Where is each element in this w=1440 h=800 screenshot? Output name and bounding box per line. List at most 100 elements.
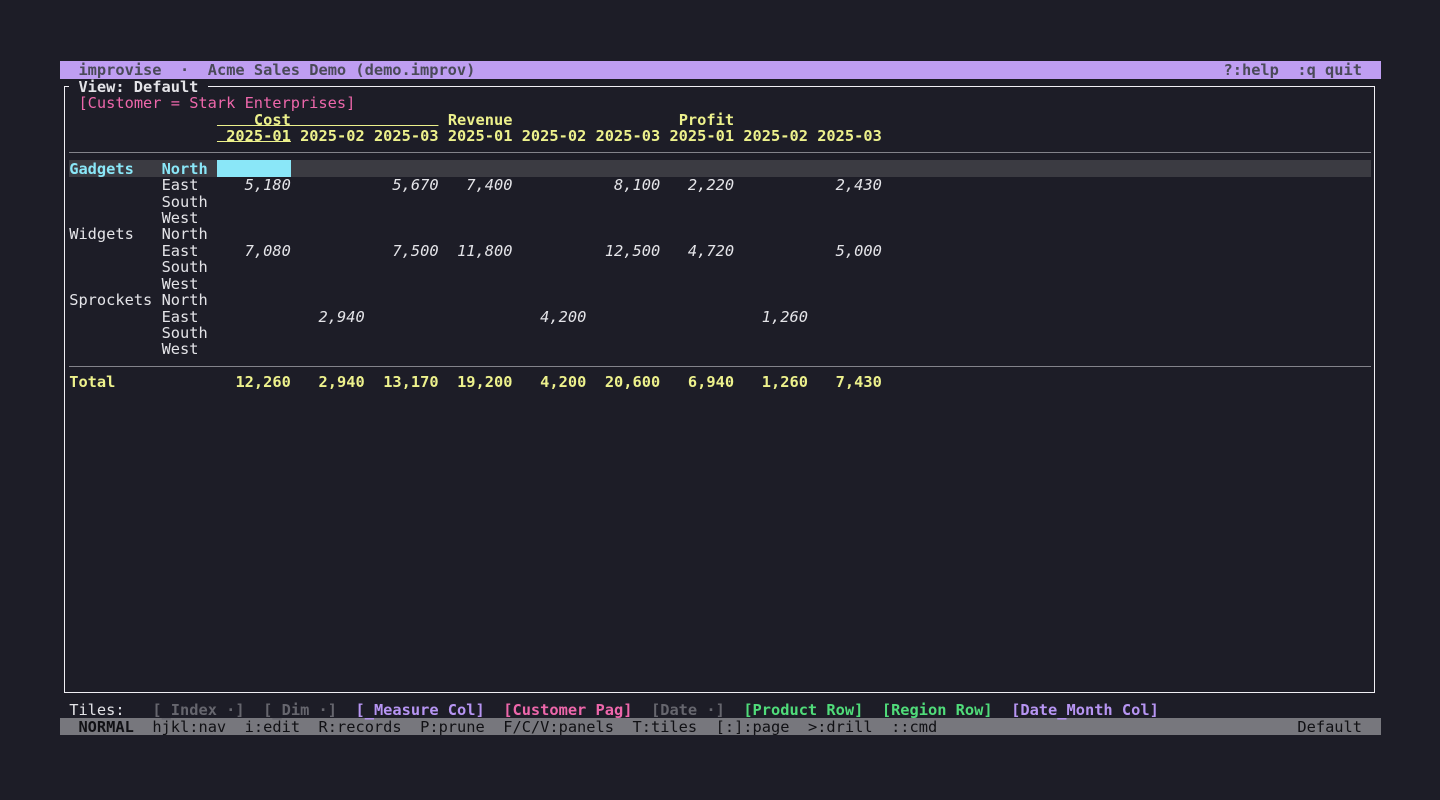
row-label-region[interactable]: South [162,325,208,341]
app-name: improvise [78,62,161,78]
row-label-region[interactable]: North [162,226,208,242]
data-row: West [60,210,1381,226]
status-hint: [:]:page [716,719,790,735]
month-column-header[interactable]: 2025-02 [743,128,808,144]
cell-value[interactable]: 5,000 [836,243,882,259]
total-value: 1,260 [762,374,808,390]
total-value: 4,200 [540,374,586,390]
measure-group-label[interactable]: Profit [679,112,734,128]
row-label-region[interactable]: West [162,341,199,357]
cell-value[interactable]: 5,180 [245,177,291,193]
cell-value[interactable]: 2,220 [688,177,734,193]
tile-customer[interactable]: [Customer Pag] [503,702,632,718]
tile-dim[interactable]: [_Dim ·] [263,702,337,718]
cell-value[interactable]: 2,430 [836,177,882,193]
status-hint: >:drill [808,719,873,735]
row-label-region[interactable]: West [162,210,199,226]
month-column-header[interactable]: 2025-03 [596,128,661,144]
selected-cell-cursor[interactable] [217,160,291,176]
app-bar: improvise·Acme Sales Demo (demo.improv)?… [60,61,1381,79]
total-value: 19,200 [457,374,512,390]
cell-value[interactable]: 1,260 [762,309,808,325]
month-column-header[interactable]: 2025-01 [448,128,513,144]
data-row: South [60,193,1381,209]
row-label-region[interactable]: East [162,309,199,325]
separator-line [69,366,1371,367]
cell-value[interactable]: 4,200 [540,309,586,325]
view-panel-title: View: Default [69,79,207,95]
separator-line [69,152,1371,153]
tile-underscore: _ [272,702,281,720]
total-value: 13,170 [383,374,438,390]
tile-measure[interactable]: [_Measure Col] [355,702,484,718]
cell-value[interactable]: 7,500 [392,243,438,259]
month-column-header[interactable]: 2025-02 [522,128,587,144]
tile-underscore: _ [162,702,171,720]
measure-group-label[interactable]: Revenue [448,112,513,128]
row-label-region[interactable]: South [162,194,208,210]
status-hint: F/C/V:panels [503,719,614,735]
data-row: South [60,325,1381,341]
tile-underscore: _ [365,702,374,720]
measure-group-label[interactable]: Cost [254,112,291,128]
view-panel-title-row: View: Default [60,78,1381,94]
filter-row: [Customer = Stark Enterprises] [60,95,1381,111]
tile-date[interactable]: [Date ·] [651,702,725,718]
data-row: Sprockets North [60,292,1381,308]
tile-index[interactable]: [_Index ·] [152,702,244,718]
status-hint: P:prune [420,719,485,735]
data-row: South [60,259,1381,275]
app-bar-separator-dot: · [180,62,189,78]
filter-badge[interactable]: [Customer = Stark Enterprises] [78,95,355,111]
cell-value[interactable]: 7,400 [466,177,512,193]
row-label-region[interactable]: South [162,259,208,275]
tile-product[interactable]: [Product Row] [743,702,863,718]
cell-value[interactable]: 4,720 [688,243,734,259]
measure-group-underline [217,112,438,128]
month-column-header[interactable]: 2025-03 [374,128,439,144]
row-label-region[interactable]: North [162,292,208,308]
cell-value[interactable]: 12,500 [605,243,660,259]
status-mode: NORMAL [78,719,133,735]
cell-value[interactable]: 11,800 [457,243,512,259]
month-column-header[interactable]: 2025-03 [817,128,882,144]
status-hint: T:tiles [633,719,698,735]
status-view-name: Default [1297,719,1362,735]
cell-value[interactable]: 8,100 [614,177,660,193]
data-row: West [60,275,1381,291]
row-label-product[interactable]: Widgets [69,226,134,242]
status-hint: i:edit [245,719,300,735]
data-row: East 2,940 4,200 1,260 [60,308,1381,324]
total-value: 2,940 [319,374,365,390]
cell-value[interactable]: 2,940 [319,309,365,325]
help-hint: ?:help :q quit [1224,62,1362,78]
terminal-screen: improvise·Acme Sales Demo (demo.improv)?… [60,62,1381,751]
tile-underscore: _ [1057,702,1066,720]
cell-value[interactable]: 5,670 [392,177,438,193]
total-value: 20,600 [605,374,660,390]
month-column-header[interactable]: 2025-01 [669,128,734,144]
month-column-header[interactable]: 2025-02 [300,128,365,144]
month-column-header[interactable]: 2025-01 [226,128,291,144]
status-hint: R:records [319,719,402,735]
data-row: Widgets North [60,226,1381,242]
total-row: Total12,2602,94013,17019,2004,20020,6006… [60,374,1381,390]
row-label-region[interactable]: North [162,161,208,177]
row-label-product[interactable]: Sprockets [69,292,152,308]
month-header-row: 2025-01 2025-02 2025-03 2025-01 2025-02 2025-… [60,128,1381,144]
total-value: 12,260 [235,374,290,390]
row-label-product[interactable]: Gadgets [69,161,134,177]
tile-date_month[interactable]: [Date_Month Col] [1011,702,1159,718]
row-label-region[interactable]: East [162,177,199,193]
total-value: 7,430 [836,374,882,390]
data-row: West [60,341,1381,357]
cell-value[interactable]: 7,080 [245,243,291,259]
row-label-region[interactable]: East [162,243,199,259]
data-row: East 7,080 7,500 11,800 12,500 4,720 5,000 [60,243,1381,259]
data-row: East 5,180 5,670 7,400 8,100 2,220 2,430 [60,177,1381,193]
status-bar: NORMALhjkl:navi:editR:recordsP:pruneF/C/… [60,718,1381,734]
tile-region[interactable]: [Region Row] [882,702,993,718]
data-row: Gadgets North [60,160,1381,176]
tiles-bar-label: Tiles: [69,702,124,718]
row-label-region[interactable]: West [162,276,199,292]
